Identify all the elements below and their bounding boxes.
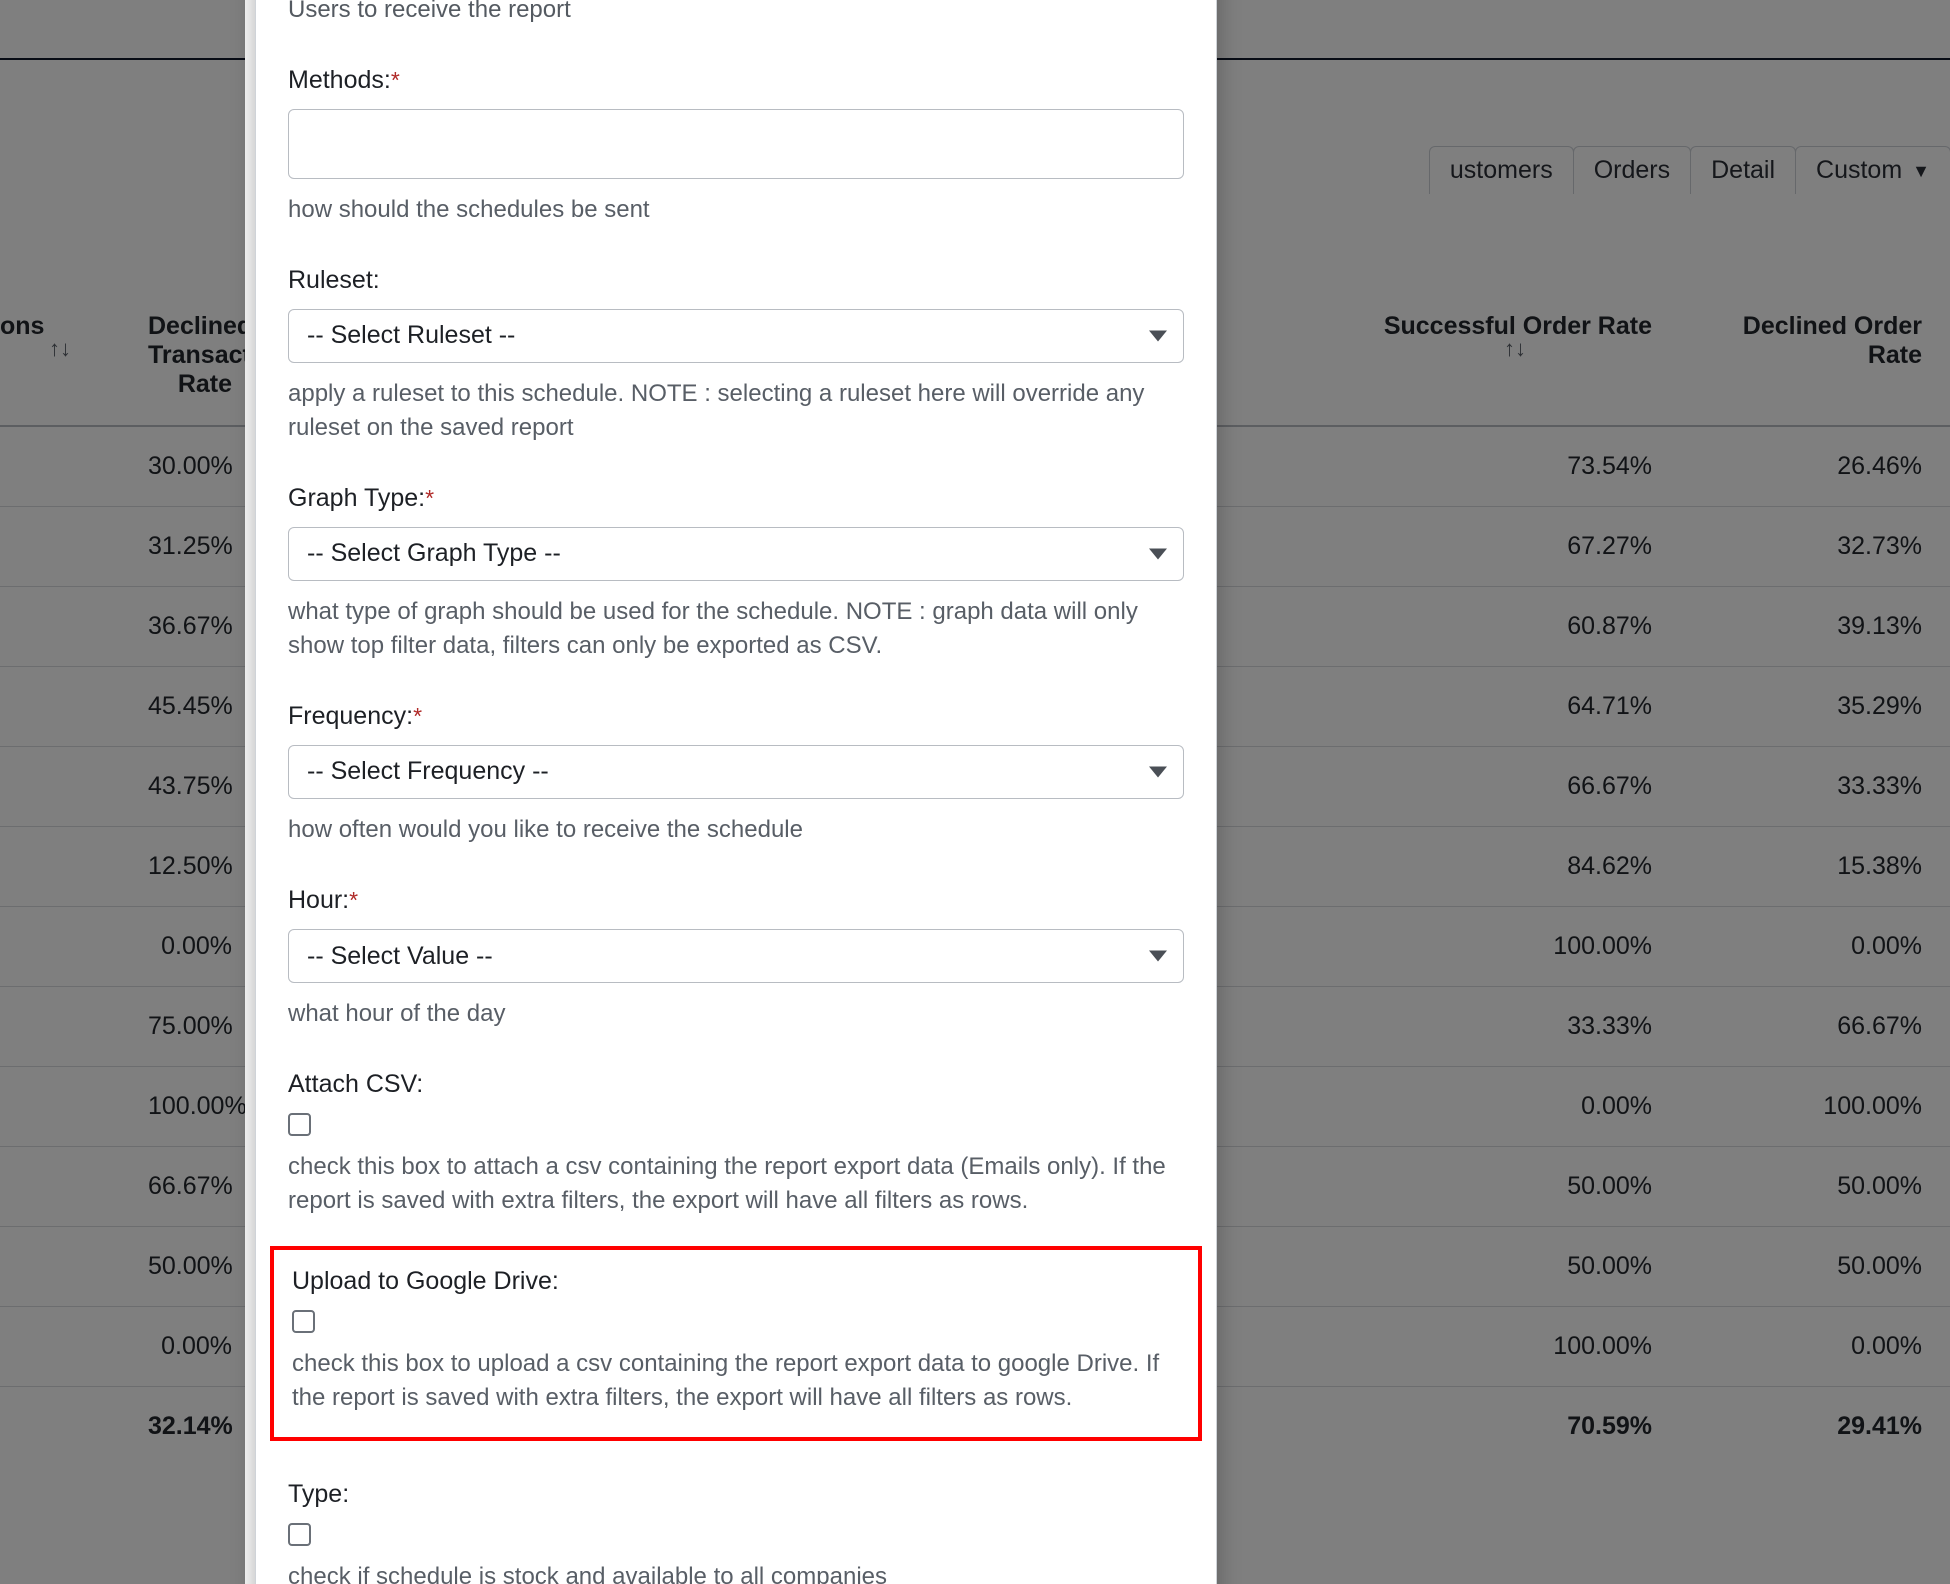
schedule-form-modal: Users to receive the report Methods:* ho…: [255, 0, 1217, 1584]
chevron-down-icon: [1149, 548, 1167, 560]
attach-csv-help: check this box to attach a csv containin…: [288, 1153, 1166, 1215]
frequency-select[interactable]: -- Select Frequency --: [288, 744, 1184, 799]
methods-input[interactable]: [288, 108, 1184, 179]
upload-google-drive-highlight: Upload to Google Drive: check this box t…: [270, 1246, 1202, 1442]
chevron-down-icon: [1149, 766, 1167, 778]
graph-type-select[interactable]: -- Select Graph Type --: [288, 526, 1184, 581]
methods-help: how should the schedules be sent: [288, 195, 650, 223]
chevron-down-icon: [1149, 330, 1167, 342]
upload-google-drive-label: Upload to Google Drive:: [292, 1267, 559, 1296]
required-asterisk: *: [390, 66, 400, 93]
frequency-label-text: Frequency:: [288, 701, 414, 730]
hour-select[interactable]: -- Select Value --: [288, 929, 1184, 984]
field-hour: Hour:* -- Select Value -- what hour of t…: [288, 885, 1184, 1031]
field-graph-type: Graph Type:* -- Select Graph Type -- wha…: [288, 483, 1184, 663]
upload-google-drive-checkbox[interactable]: [292, 1310, 315, 1334]
frequency-label: Frequency:*: [288, 701, 1184, 731]
attach-csv-checkbox[interactable]: [288, 1113, 311, 1137]
attach-csv-label: Attach CSV:: [288, 1070, 424, 1099]
required-asterisk: *: [425, 484, 435, 511]
hour-label: Hour:*: [288, 885, 1184, 915]
graph-type-help: what type of graph should be used for th…: [288, 597, 1138, 659]
ruleset-label: Ruleset:: [288, 265, 380, 294]
ruleset-select[interactable]: -- Select Ruleset --: [288, 308, 1184, 363]
field-ruleset: Ruleset: -- Select Ruleset -- apply a ru…: [288, 265, 1184, 445]
hour-select-value: -- Select Value --: [307, 941, 493, 970]
graph-type-select-value: -- Select Graph Type --: [307, 539, 561, 568]
methods-label-text: Methods:: [288, 65, 391, 94]
modal-body: Users to receive the report Methods:* ho…: [256, 0, 1216, 1584]
upload-google-drive-help: check this box to upload a csv containin…: [292, 1350, 1160, 1412]
field-attach-csv: Attach CSV: check this box to attach a c…: [288, 1069, 1184, 1218]
ruleset-help: apply a ruleset to this schedule. NOTE :…: [288, 379, 1145, 441]
field-upload-google-drive: Upload to Google Drive: check this box t…: [292, 1266, 1180, 1415]
required-asterisk: *: [349, 887, 359, 914]
graph-type-label: Graph Type:*: [288, 483, 1184, 513]
ruleset-select-value: -- Select Ruleset --: [307, 321, 516, 350]
type-label: Type:: [288, 1480, 350, 1509]
hour-help: what hour of the day: [288, 1000, 506, 1028]
frequency-help: how often would you like to receive the …: [288, 815, 803, 843]
hour-label-text: Hour:: [288, 886, 350, 915]
field-methods: Methods:* how should the schedules be se…: [288, 65, 1184, 227]
required-asterisk: *: [413, 702, 423, 729]
users-helper-text: Users to receive the report: [288, 0, 571, 23]
type-checkbox[interactable]: [288, 1523, 311, 1547]
field-type: Type: check if schedule is stock and ava…: [288, 1479, 1184, 1584]
type-help: check if schedule is stock and available…: [288, 1563, 887, 1584]
frequency-select-value: -- Select Frequency --: [307, 757, 549, 786]
screen: ustomers Orders Detail Custom ▼: [0, 0, 1950, 1584]
methods-label: Methods:*: [288, 65, 1184, 95]
field-frequency: Frequency:* -- Select Frequency -- how o…: [288, 701, 1184, 847]
graph-type-label-text: Graph Type:: [288, 483, 426, 512]
chevron-down-icon: [1149, 950, 1167, 962]
